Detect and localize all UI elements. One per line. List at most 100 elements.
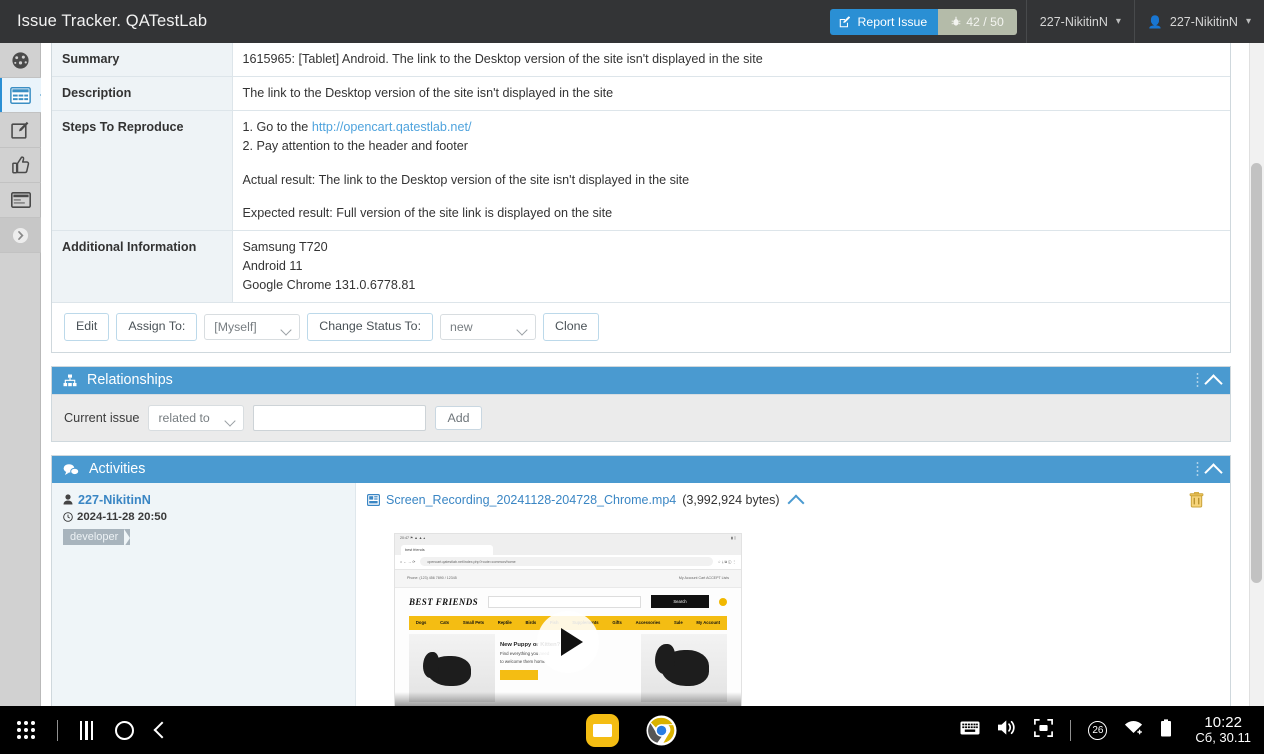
- scrollbar-thumb[interactable]: [1251, 163, 1262, 583]
- relationships-panel: Relationships Current issue related to A…: [51, 365, 1231, 442]
- status-select[interactable]: new: [440, 313, 537, 340]
- device-screen: Issue Tracker. QATestLab Report Issue 42…: [0, 0, 1264, 754]
- relationships-panel-header[interactable]: Relationships: [52, 366, 1230, 394]
- page-title: Issue Tracker. QATestLab: [17, 12, 208, 30]
- preview-omnibox-row: ⌂ ← → ⟳ opencart.qatestlab.net/index.php…: [395, 554, 741, 570]
- issue-action-bar: Edit Assign To: [Myself] Change Status T…: [52, 303, 1230, 352]
- preview-topbar-phone: Phone: (123) 456 7890 / 12345: [407, 576, 457, 581]
- pencil-square-icon: [11, 121, 29, 139]
- steps-line-2: 2. Pay attention to the header and foote…: [242, 138, 468, 153]
- video-player[interactable]: 20:47 ⚑ ▲ ▲ ▴ ▮ ▯ best friends ⌂ ← → ⟳ o…: [394, 532, 742, 706]
- thumbs-up-icon: [11, 155, 29, 173]
- three-bars-icon: [80, 720, 83, 740]
- chevron-down-icon: ▾: [1115, 16, 1121, 27]
- comments-icon: [63, 463, 79, 476]
- video-play-button[interactable]: [537, 610, 599, 673]
- preview-nav-item: Dogs: [415, 620, 427, 626]
- report-issue-button[interactable]: Report Issue: [830, 8, 939, 35]
- assign-to-button[interactable]: Assign To:: [116, 313, 198, 341]
- activities-body: 227-NikitinN 2024-11-28 20:50 developer: [52, 482, 1230, 706]
- relationships-body: Current issue related to Add: [52, 393, 1230, 441]
- user-icon: 👤: [1147, 14, 1163, 29]
- relation-type-select[interactable]: related to: [148, 404, 245, 431]
- current-issue-label: Current issue: [64, 410, 140, 425]
- activity-role-tag: developer: [63, 528, 131, 547]
- preview-site-logo: BEST FRIENDS: [409, 596, 479, 607]
- activity-author[interactable]: 227-NikitinN: [63, 493, 355, 507]
- panel-grip: [1196, 460, 1199, 478]
- sidebar-item-issues[interactable]: [0, 78, 46, 113]
- activity-timestamp: 2024-11-28 20:50: [63, 511, 355, 523]
- header-right-group: Report Issue 42 / 50 227-NikitinN ▾ 👤 22…: [817, 0, 1264, 43]
- sitemap-icon: [63, 374, 77, 387]
- speaker-icon: [998, 720, 1016, 735]
- sidebar-item-browser[interactable]: [0, 183, 41, 218]
- issue-details-table: Summary 1615965: [Tablet] Android. The l…: [51, 43, 1231, 353]
- grid-9-dots-icon: [31, 721, 35, 725]
- battery-percent-badge: 26: [1088, 720, 1108, 740]
- left-sidebar: [0, 43, 46, 706]
- attachment-row: Screen_Recording_20241128-204728_Chrome.…: [367, 493, 1230, 507]
- screenshot-button[interactable]: [1034, 718, 1054, 742]
- header-action-group: Report Issue 42 / 50: [817, 0, 1025, 43]
- panel-grip: [1196, 371, 1199, 389]
- preview-status-right: ▮ ▯: [731, 536, 736, 541]
- relationships-title: Relationships: [87, 372, 173, 389]
- issue-counter-label: 42 / 50: [966, 14, 1004, 29]
- change-status-button[interactable]: Change Status To:: [307, 313, 434, 341]
- home-button[interactable]: [114, 720, 134, 740]
- preview-nav-item: Gifts: [612, 620, 622, 626]
- chevron-up-icon[interactable]: [1207, 462, 1220, 475]
- back-button[interactable]: [153, 721, 171, 739]
- preview-nav-icons: ⌂ ← → ⟳: [400, 559, 416, 564]
- preview-nav-item: Small Pets: [462, 620, 485, 626]
- files-app-button[interactable]: [586, 713, 619, 747]
- image-file-icon: [367, 493, 380, 506]
- dog-ear-shape: [423, 651, 439, 678]
- preview-nav-item: Cats: [440, 620, 450, 626]
- issue-counter-badge[interactable]: 42 / 50: [938, 8, 1017, 35]
- activities-panel: Activities 227-NikitinN 2024-11-28 20:50…: [51, 454, 1231, 706]
- sidebar-item-approve[interactable]: [0, 148, 41, 183]
- wifi-status-icon: [1124, 720, 1143, 740]
- sidebar-item-dashboard[interactable]: [0, 43, 41, 78]
- clone-button[interactable]: Clone: [543, 313, 600, 341]
- clock-icon: [63, 511, 73, 522]
- assign-to-select[interactable]: [Myself]: [204, 313, 301, 340]
- preview-status-left: 20:47 ⚑ ▲ ▲ ▴: [400, 536, 426, 541]
- user-menu[interactable]: 👤 227-NikitinN ▾: [1133, 0, 1264, 43]
- attachment-file-name[interactable]: Screen_Recording_20241128-204728_Chrome.…: [386, 493, 676, 507]
- os-version: Android 11: [242, 259, 303, 274]
- capture-frame-icon: [1034, 718, 1054, 737]
- app-drawer-button[interactable]: [17, 721, 35, 739]
- sidebar-item-expand[interactable]: [0, 218, 41, 253]
- vertical-scrollbar[interactable]: [1249, 43, 1264, 706]
- project-selector-label: 227-NikitinN: [1039, 14, 1108, 29]
- delete-attachment-button[interactable]: [1189, 491, 1204, 513]
- chevron-right-circle-icon: [12, 227, 29, 243]
- steps-link[interactable]: http://opencart.qatestlab.net/: [312, 120, 472, 134]
- chevron-up-icon[interactable]: [1207, 373, 1220, 386]
- preview-toolbar-icons: ☆ ⤓ ⧉ ⓘ ⋮: [717, 559, 736, 564]
- steps-actual-result: Actual result: The link to the Desktop v…: [242, 172, 690, 187]
- sidebar-item-report[interactable]: [0, 113, 41, 148]
- preview-site-topbar: Phone: (123) 456 7890 / 12345 My Account…: [395, 569, 741, 588]
- volume-button[interactable]: [997, 719, 1017, 741]
- keyboard-button[interactable]: [960, 721, 980, 740]
- three-bars-icon: [90, 720, 93, 740]
- activities-panel-header[interactable]: Activities: [52, 455, 1230, 483]
- project-selector[interactable]: 227-NikitinN ▾: [1025, 0, 1134, 43]
- related-issue-input[interactable]: [253, 404, 427, 431]
- recents-button[interactable]: [80, 720, 93, 740]
- preview-hero-button: [500, 670, 538, 681]
- navbar-left-group: [0, 719, 171, 741]
- chrome-app-button[interactable]: [645, 714, 678, 747]
- steps-line-1-prefix: 1. Go to the: [242, 119, 312, 134]
- chevron-up-icon[interactable]: [790, 493, 803, 506]
- add-relationship-button[interactable]: Add: [435, 405, 482, 430]
- edit-button[interactable]: Edit: [64, 313, 110, 341]
- attachment-file-size: (3,992,924 bytes): [682, 492, 780, 507]
- app-header: Issue Tracker. QATestLab Report Issue 42…: [0, 0, 1264, 43]
- navbar-divider: [1070, 719, 1072, 741]
